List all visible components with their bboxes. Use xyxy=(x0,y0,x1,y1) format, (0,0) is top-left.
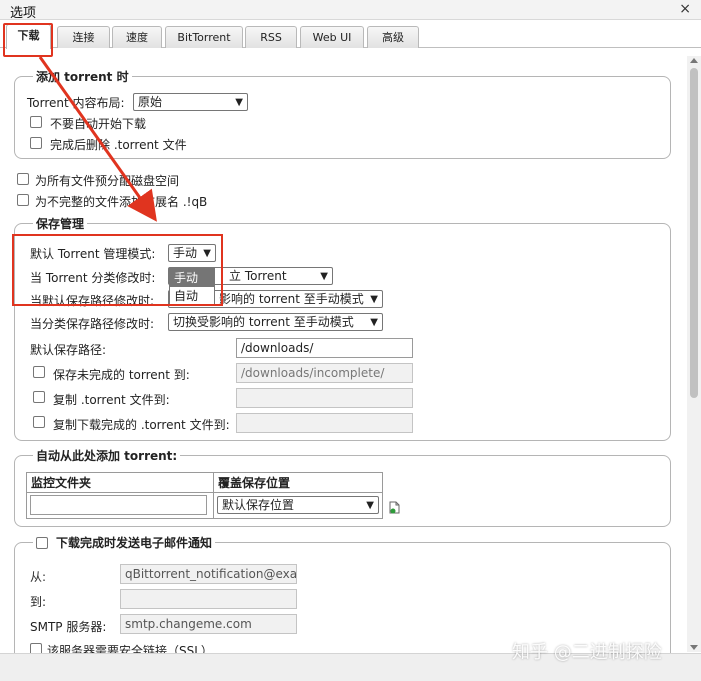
email-notify-label: 下载完成时发送电子邮件通知 xyxy=(56,536,213,550)
category-changed-value: 立 Torrent xyxy=(229,269,287,283)
vertical-scrollbar[interactable] xyxy=(687,56,701,652)
downloads-panel: 添加 torrent 时 Torrent 内容布局: 原始 ▼ 不要自动开始下载… xyxy=(0,48,686,653)
to-label: 到: xyxy=(30,595,47,609)
override-location-value: 默认保存位置 xyxy=(222,498,295,512)
dropdown-option-manual[interactable]: 手动 xyxy=(170,269,214,287)
from-label: 从: xyxy=(30,570,47,584)
add-row-icon[interactable] xyxy=(389,501,401,514)
dropdown-option-auto[interactable]: 自动 xyxy=(170,287,214,305)
copy-finished-label: 复制下载完成的 .torrent 文件到: xyxy=(53,418,230,432)
content-layout-value: 原始 xyxy=(138,95,163,109)
chevron-down-icon: ▼ xyxy=(203,248,211,259)
override-location-select[interactable]: 默认保存位置 ▼ xyxy=(217,496,379,514)
email-notify-legend: 下载完成时发送电子邮件通知 xyxy=(33,534,215,551)
copy-finished-checkbox[interactable] xyxy=(33,416,45,428)
ssl-checkbox[interactable] xyxy=(30,643,42,653)
add-torrent-legend: 添加 torrent 时 xyxy=(36,70,129,84)
tab-speed[interactable]: 速度 xyxy=(112,26,162,48)
incomplete-label: 保存未完成的 torrent 到: xyxy=(53,368,190,382)
preallocate-label: 为所有文件预分配磁盘空间 xyxy=(35,174,180,188)
tab-downloads[interactable]: 下载 xyxy=(6,24,51,49)
default-mode-value: 手动 xyxy=(173,246,198,260)
watch-folder-table: 监控文件夹 覆盖保存位置 默认保存位置 ▼ xyxy=(26,472,383,519)
chevron-down-icon: ▼ xyxy=(370,294,378,305)
category-path-changed-select[interactable]: 切换受影响的 torrent 至手动模式 ▼ xyxy=(168,313,383,331)
override-location-cell: 默认保存位置 ▼ xyxy=(213,492,383,519)
chevron-down-icon: ▼ xyxy=(366,500,374,511)
watch-folder-cell xyxy=(26,492,214,519)
copy-torrent-checkbox[interactable] xyxy=(33,391,45,403)
scroll-down-icon[interactable] xyxy=(690,645,698,650)
override-location-header: 覆盖保存位置 xyxy=(213,472,383,493)
smtp-label: SMTP 服务器: xyxy=(30,620,107,634)
email-notify-group: 下载完成时发送电子邮件通知 xyxy=(14,534,671,653)
chevron-down-icon: ▼ xyxy=(235,97,243,108)
category-changed-label: 当 Torrent 分类修改时: xyxy=(30,271,156,285)
close-icon[interactable]: × xyxy=(679,1,691,17)
tab-rss[interactable]: RSS xyxy=(245,26,297,48)
window-title: 选项 xyxy=(10,6,37,21)
category-path-changed-label: 当分类保存路径修改时: xyxy=(30,317,155,331)
preallocate-checkbox[interactable] xyxy=(17,173,29,185)
default-save-path-input[interactable]: /downloads/ xyxy=(236,338,413,358)
default-path-changed-value: 影响的 torrent 至手动模式 xyxy=(219,292,364,306)
email-notify-checkbox[interactable] xyxy=(36,537,48,549)
content-layout-label: Torrent 内容布局: xyxy=(27,96,125,110)
chevron-down-icon: ▼ xyxy=(320,271,328,282)
default-mode-dropdown: 手动 自动 xyxy=(169,268,215,306)
tab-connection[interactable]: 连接 xyxy=(57,26,110,48)
save-management-legend: 保存管理 xyxy=(36,217,85,231)
default-path-changed-label: 当默认保存路径修改时: xyxy=(30,294,155,308)
tab-bar: 下载 连接 速度 BitTorrent RSS Web UI 高级 xyxy=(0,22,701,49)
delete-torrent-checkbox[interactable] xyxy=(30,137,42,149)
scroll-up-icon[interactable] xyxy=(690,58,698,63)
to-input[interactable] xyxy=(120,589,297,609)
tab-advanced[interactable]: 高级 xyxy=(367,26,419,48)
auto-add-legend: 自动从此处添加 torrent: xyxy=(36,449,178,463)
append-ext-checkbox[interactable] xyxy=(17,194,29,206)
category-path-changed-value: 切换受影响的 torrent 至手动模式 xyxy=(173,315,354,329)
watch-folder-input[interactable] xyxy=(30,495,207,515)
watermark: 知乎 @二进制探险 xyxy=(512,642,662,663)
chevron-down-icon: ▼ xyxy=(370,317,378,328)
default-mode-select[interactable]: 手动 ▼ xyxy=(168,244,216,262)
scrollbar-thumb[interactable] xyxy=(690,68,698,398)
watch-folder-header: 监控文件夹 xyxy=(26,472,214,493)
smtp-input[interactable]: smtp.changeme.com xyxy=(120,614,297,634)
delete-torrent-label: 完成后删除 .torrent 文件 xyxy=(50,138,187,152)
copy-torrent-label: 复制 .torrent 文件到: xyxy=(53,393,170,407)
append-ext-label: 为不完整的文件添加扩展名 .!qB xyxy=(35,195,208,209)
incomplete-checkbox[interactable] xyxy=(33,366,45,378)
copy-torrent-input[interactable] xyxy=(236,388,413,408)
copy-finished-input[interactable] xyxy=(236,413,413,433)
dont-start-label: 不要自动开始下载 xyxy=(50,117,147,131)
dont-start-checkbox[interactable] xyxy=(30,116,42,128)
tab-webui[interactable]: Web UI xyxy=(300,26,364,48)
from-input[interactable]: qBittorrent_notification@exa xyxy=(120,564,297,584)
title-bar: 选项 × xyxy=(0,0,701,21)
tab-bittorrent[interactable]: BitTorrent xyxy=(165,26,243,48)
default-save-path-label: 默认保存路径: xyxy=(30,343,107,357)
content-layout-select[interactable]: 原始 ▼ xyxy=(133,93,248,111)
incomplete-path-input[interactable]: /downloads/incomplete/ xyxy=(236,363,413,383)
ssl-label: 该服务器需要安全链接（SSL） xyxy=(47,644,213,653)
default-mode-label: 默认 Torrent 管理模式: xyxy=(30,247,156,261)
